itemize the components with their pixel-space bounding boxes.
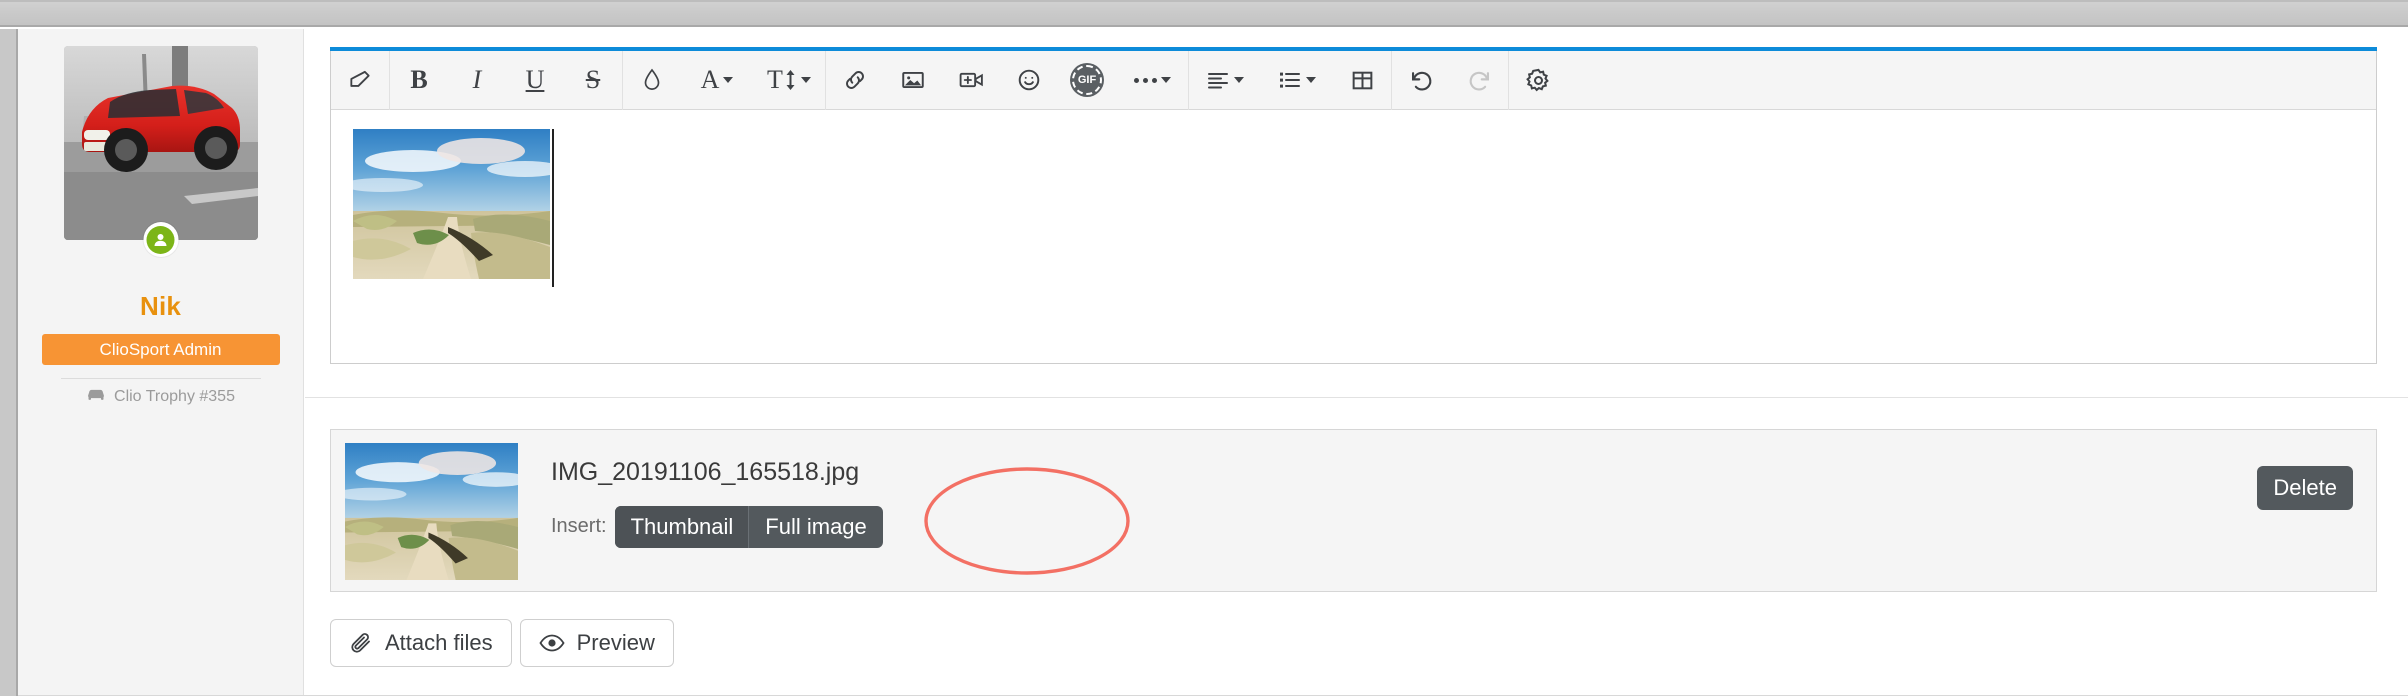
avatar[interactable] [63, 46, 258, 240]
inserted-image-wrapper [353, 129, 554, 287]
toolbar-group-typography: A T [623, 51, 825, 110]
status-badge [143, 222, 178, 257]
toolbar-group-insert: GIF [826, 51, 1188, 110]
font-size-glyph: T [767, 65, 783, 94]
user-car-line: Clio Trophy #355 [18, 387, 303, 406]
role-badge[interactable]: ClioSport Admin [41, 334, 280, 365]
chevron-down-icon [723, 77, 734, 83]
insert-video-icon[interactable] [942, 51, 1000, 110]
preview-label: Preview [576, 630, 655, 655]
text-color-icon[interactable] [623, 51, 681, 110]
chevron-down-icon [1306, 77, 1316, 83]
insert-thumbnail-button[interactable]: Thumbnail [614, 506, 750, 548]
font-family-icon[interactable]: A [681, 51, 753, 110]
settings-gear-icon[interactable] [1509, 51, 1567, 110]
more-options-icon[interactable] [1116, 51, 1188, 110]
bullet-list-icon[interactable] [1261, 51, 1333, 110]
bold-glyph: B [410, 65, 428, 94]
inserted-image[interactable] [353, 129, 550, 279]
window-chrome-bar [0, 0, 2408, 27]
text-caret [552, 129, 554, 287]
avatar-wrapper [63, 46, 258, 257]
font-family-glyph: A [700, 65, 720, 94]
ellipsis-icon [1133, 77, 1157, 83]
insert-image-icon[interactable] [884, 51, 942, 110]
italic-glyph: I [472, 65, 482, 94]
italic-icon[interactable]: I [448, 51, 506, 110]
gif-icon[interactable]: GIF [1058, 51, 1116, 110]
editor-action-buttons: Attach files Preview [330, 619, 674, 667]
text-align-icon[interactable] [1189, 51, 1261, 110]
toolbar-group-block [1189, 51, 1391, 110]
gif-chip-label: GIF [1072, 65, 1102, 95]
attach-files-label: Attach files [385, 630, 493, 655]
eye-icon [539, 632, 565, 654]
car-icon [86, 387, 106, 406]
attach-files-button[interactable]: Attach files [330, 619, 512, 667]
font-size-icon[interactable]: T [753, 51, 825, 110]
user-sidebar: Nik ClioSport Admin Clio Trophy #355 [18, 29, 304, 696]
page-left-gutter [0, 29, 16, 696]
underline-glyph: U [525, 65, 545, 94]
rich-text-editor: B I U S A T GIF [330, 47, 2377, 364]
insert-label: Insert: [551, 515, 607, 538]
insert-full-image-button[interactable]: Full image [749, 506, 882, 548]
editor-toolbar: B I U S A T GIF [331, 50, 2376, 110]
insert-options-row: Insert: Thumbnail Full image [551, 506, 883, 548]
chevron-down-icon [1160, 77, 1171, 83]
attachment-row: IMG_20191106_165518.jpg Insert: Thumbnai… [330, 429, 2377, 592]
preview-button[interactable]: Preview [519, 619, 674, 667]
toolbar-group-settings [1509, 51, 1567, 110]
editor-attachment-divider [305, 397, 2408, 398]
username: Nik [139, 291, 182, 321]
page-container: Nik ClioSport Admin Clio Trophy #355 B I… [0, 29, 2408, 696]
main-content: B I U S A T GIF IMG_20191106_165518.jpg … [305, 29, 2408, 696]
toolbar-group-style: B I U S [390, 51, 622, 110]
paperclip-icon [349, 631, 373, 655]
attachment-thumbnail[interactable] [345, 443, 518, 580]
sidebar-divider [60, 378, 261, 379]
delete-attachment-button[interactable]: Delete [2257, 466, 2353, 510]
undo-icon[interactable] [1392, 51, 1450, 110]
car-label: Clio Trophy #355 [114, 387, 235, 405]
redo-icon[interactable] [1450, 51, 1508, 110]
emoji-icon[interactable] [1000, 51, 1058, 110]
insert-size-toggle-group: Thumbnail Full image [614, 506, 883, 548]
chevron-down-icon [1234, 77, 1244, 83]
toolbar-group-history [1392, 51, 1508, 110]
underline-icon[interactable]: U [506, 51, 564, 110]
remove-format-icon[interactable] [331, 51, 389, 110]
bold-icon[interactable]: B [390, 51, 448, 110]
link-icon[interactable] [826, 51, 884, 110]
strikethrough-icon[interactable]: S [564, 51, 622, 110]
chevron-down-icon [800, 77, 811, 83]
editor-body[interactable] [331, 111, 2376, 363]
role-badge-label: ClioSport Admin [99, 339, 222, 359]
insert-table-icon[interactable] [1333, 51, 1391, 110]
strikethrough-glyph: S [585, 65, 601, 94]
attachment-filename: IMG_20191106_165518.jpg [551, 458, 860, 486]
toolbar-group-clear [331, 51, 389, 110]
user-online-icon [146, 225, 175, 254]
window-chrome-top-line [0, 0, 2408, 2]
